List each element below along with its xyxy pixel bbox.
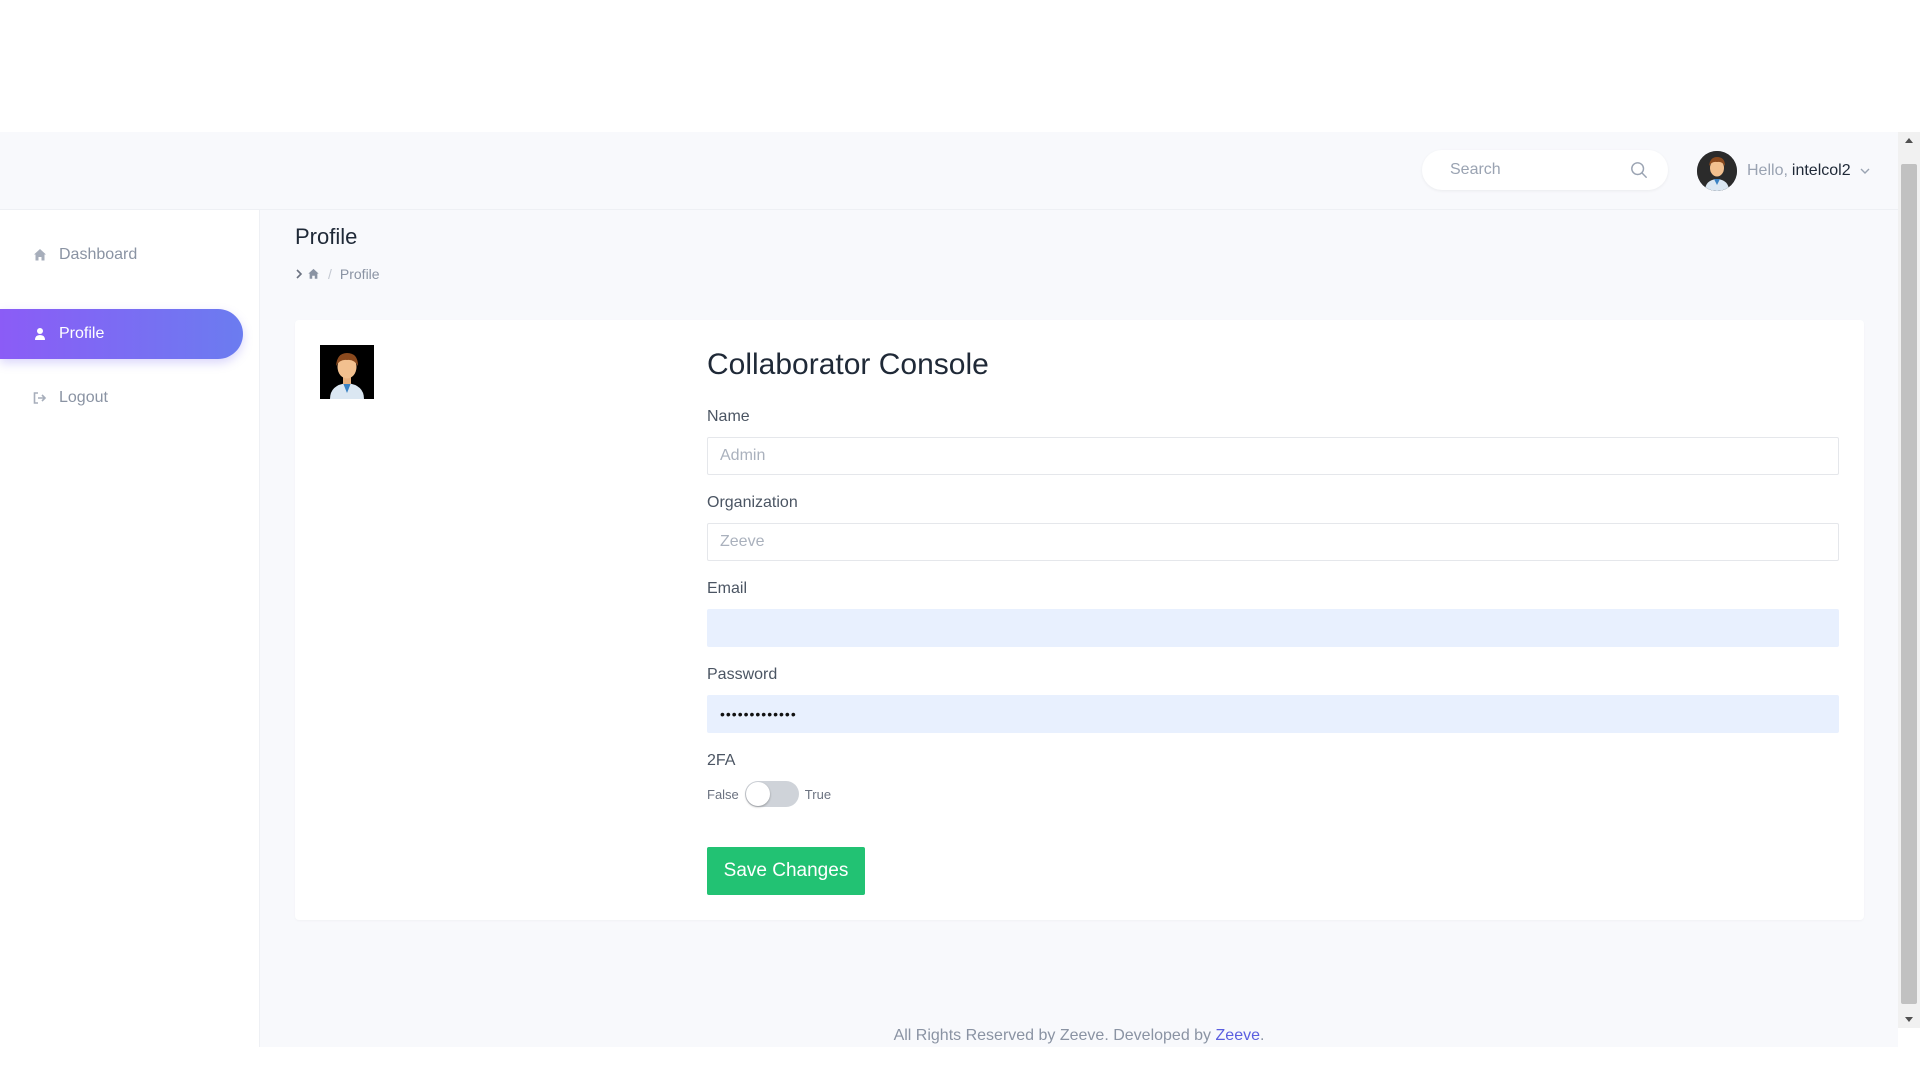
chevron-down-icon <box>1860 168 1870 174</box>
form-title: Collaborator Console <box>707 348 989 381</box>
scroll-down-arrow-icon[interactable] <box>1898 1012 1920 1028</box>
user-icon <box>33 327 47 341</box>
sidebar-item-label: Profile <box>59 325 105 342</box>
twofa-true-label: True <box>804 786 832 802</box>
home-icon <box>33 248 47 262</box>
toggle-knob <box>745 782 770 806</box>
sidebar-item-logout[interactable]: Logout <box>0 373 243 423</box>
page-title: Profile <box>295 224 358 249</box>
twofa-label: 2FA <box>707 752 736 769</box>
sidebar-item-dashboard[interactable]: Dashboard <box>0 230 243 280</box>
home-icon[interactable] <box>307 268 320 280</box>
scroll-up-arrow-icon[interactable] <box>1898 132 1920 148</box>
search-box <box>1422 150 1668 190</box>
scrollbar[interactable] <box>1898 132 1920 1028</box>
email-label: Email <box>707 580 748 597</box>
footer-text: All Rights Reserved by Zeeve. Developed … <box>893 1027 1212 1044</box>
breadcrumb-current: Profile <box>339 266 380 282</box>
breadcrumb: / Profile <box>295 266 380 282</box>
organization-field[interactable] <box>707 523 1839 561</box>
search-icon[interactable] <box>1630 161 1648 179</box>
password-label: Password <box>707 666 778 683</box>
password-field[interactable]: ••••••••••••• <box>707 695 1839 733</box>
chevron-right-icon <box>296 269 303 279</box>
footer-end: . <box>1259 1027 1265 1044</box>
name-label: Name <box>707 408 750 425</box>
save-button[interactable]: Save Changes <box>707 847 865 895</box>
sidebar-item-profile[interactable]: Profile <box>0 309 243 359</box>
greeting-text: Hello, <box>1747 162 1788 179</box>
twofa-toggle[interactable] <box>744 781 799 807</box>
sidebar: Dashboard Profile Logout <box>0 210 260 1047</box>
search-input[interactable] <box>1450 160 1630 180</box>
top-bar: Hello, intelcol2 <box>0 132 1898 210</box>
breadcrumb-separator: / <box>328 266 332 282</box>
profile-picture <box>320 345 374 399</box>
footer: All Rights Reserved by Zeeve. Developed … <box>260 1027 1898 1045</box>
email-field[interactable] <box>707 609 1839 647</box>
name-field[interactable] <box>707 437 1839 475</box>
user-menu[interactable]: Hello, intelcol2 <box>1697 150 1871 192</box>
sidebar-item-label: Logout <box>59 389 108 406</box>
profile-card: Collaborator Console Name Organization E… <box>295 320 1864 920</box>
twofa-toggle-row: False True <box>707 781 831 807</box>
organization-label: Organization <box>707 494 798 511</box>
sidebar-item-label: Dashboard <box>59 246 138 263</box>
avatar <box>1697 151 1737 191</box>
twofa-false-label: False <box>707 786 739 802</box>
username-text: intelcol2 <box>1791 162 1851 179</box>
app-shell: Hello, intelcol2 Dashboard Profile Logou… <box>0 132 1898 1047</box>
logout-icon <box>33 391 47 405</box>
footer-link[interactable]: Zeeve <box>1216 1027 1260 1044</box>
scroll-thumb[interactable] <box>1901 164 1917 1004</box>
